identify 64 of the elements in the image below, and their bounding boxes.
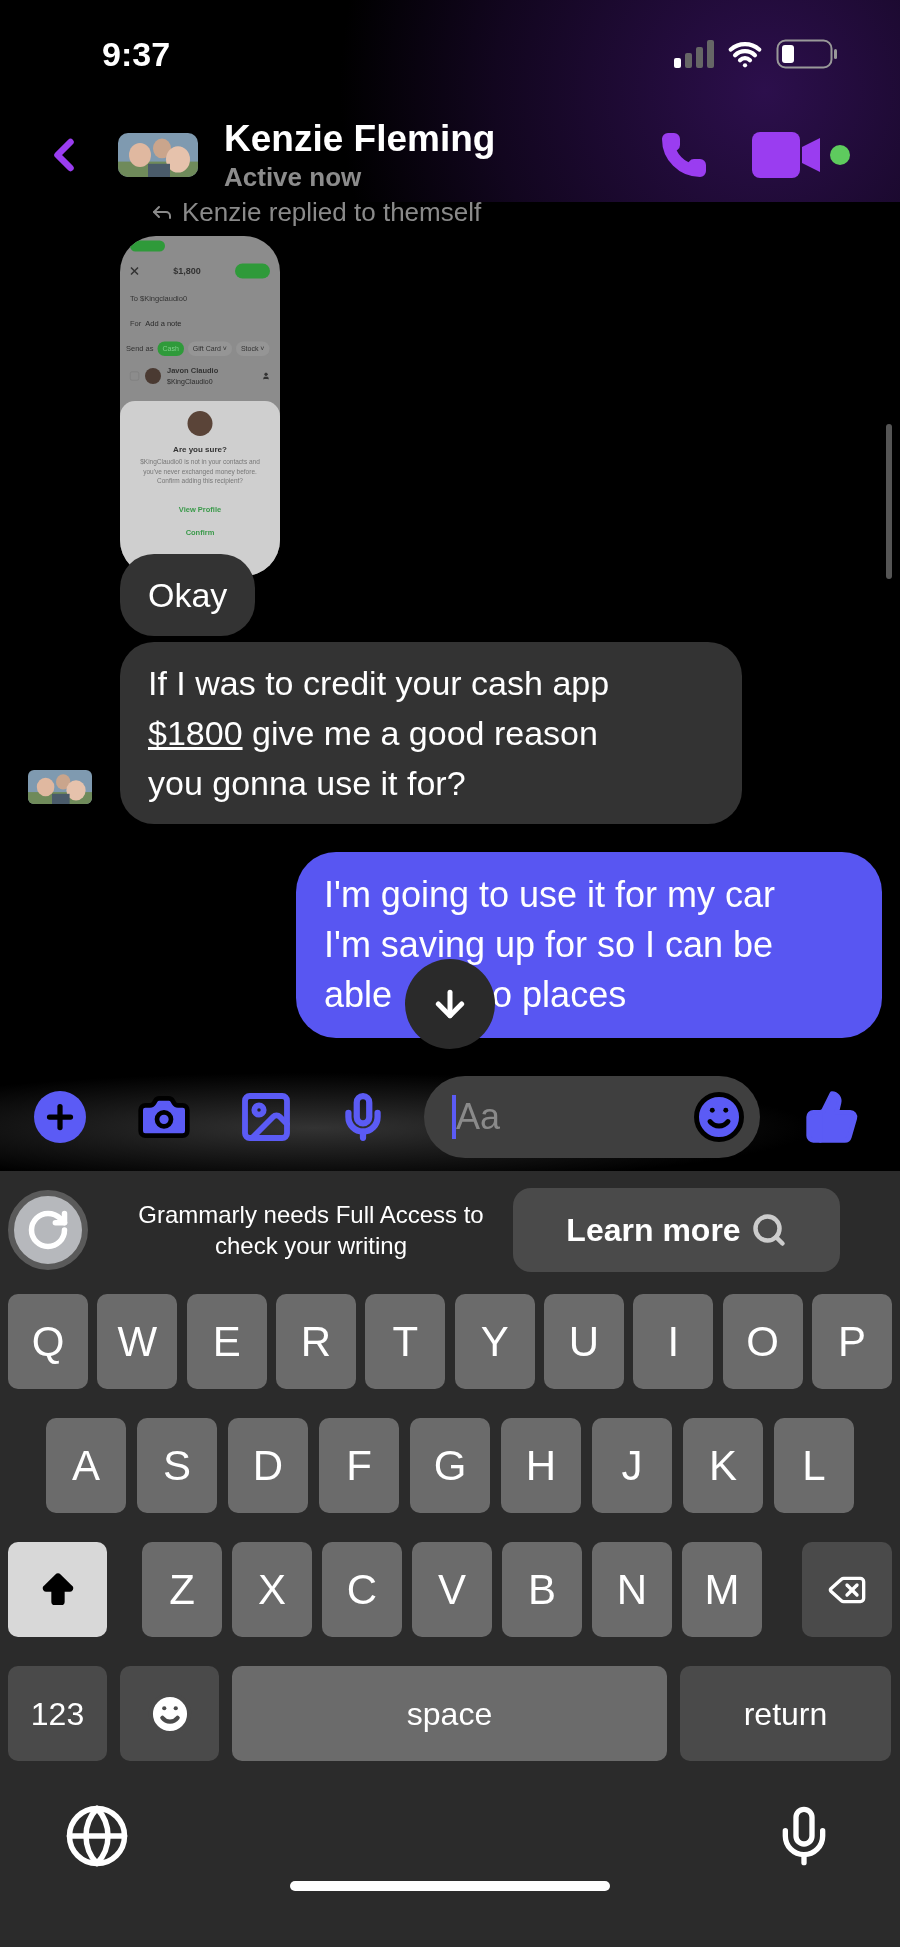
- key[interactable]: W: [97, 1294, 178, 1389]
- battery-icon: [776, 39, 838, 69]
- add-icon[interactable]: [34, 1091, 86, 1143]
- key[interactable]: G: [410, 1418, 490, 1513]
- message-placeholder: Aa: [456, 1095, 502, 1139]
- key[interactable]: J: [592, 1418, 672, 1513]
- key[interactable]: H: [501, 1418, 581, 1513]
- key[interactable]: T: [365, 1294, 446, 1389]
- thumbs-up-icon[interactable]: [804, 1089, 860, 1145]
- signal-icon: [674, 40, 714, 68]
- key[interactable]: L: [774, 1418, 854, 1513]
- return-key[interactable]: return: [680, 1666, 891, 1761]
- status-pill: [130, 240, 165, 252]
- key[interactable]: M: [682, 1542, 762, 1637]
- key[interactable]: Y: [454, 1294, 535, 1389]
- globe-icon[interactable]: [64, 1803, 130, 1869]
- message-text: o places: [492, 973, 627, 1017]
- key[interactable]: X: [232, 1542, 312, 1637]
- message-text: I'm going to use it for my car: [324, 873, 776, 917]
- message-bubble: Okay: [120, 554, 256, 636]
- shared-screenshot[interactable]: [120, 236, 280, 576]
- key[interactable]: N: [592, 1542, 672, 1637]
- message-field[interactable]: Aa: [424, 1076, 760, 1158]
- video-call-icon[interactable]: [752, 132, 822, 178]
- active-status: Active now: [224, 161, 363, 193]
- amount-link[interactable]: $1800: [148, 714, 243, 752]
- numbers-key[interactable]: 123: [8, 1666, 107, 1761]
- person-icon: [262, 372, 270, 380]
- key[interactable]: Q: [8, 1294, 88, 1389]
- message-bubble: If I was to credit your cash app $1800 give me a good reason you gonna use it for?: [120, 642, 742, 824]
- contact-avatar: [145, 368, 161, 384]
- dialog-title: Are you sure?: [173, 443, 227, 455]
- search-icon: [750, 1212, 787, 1248]
- message-text: able: [324, 973, 393, 1017]
- key[interactable]: R: [276, 1294, 356, 1389]
- key[interactable]: E: [186, 1294, 267, 1389]
- message-text: I'm saving up for so I can be: [324, 923, 774, 967]
- space-key[interactable]: space: [232, 1666, 667, 1761]
- key[interactable]: U: [543, 1294, 624, 1389]
- key[interactable]: S: [137, 1418, 217, 1513]
- clock: 9:37: [101, 33, 171, 75]
- amount: $1,800: [173, 264, 201, 278]
- backspace-key[interactable]: [802, 1542, 892, 1637]
- key[interactable]: F: [319, 1418, 399, 1513]
- learn-more-button[interactable]: Learn more: [513, 1188, 840, 1272]
- phone-icon[interactable]: [660, 131, 708, 179]
- key[interactable]: B: [502, 1542, 582, 1637]
- reply-note: Kenzie replied to themself: [182, 198, 482, 226]
- shift-key[interactable]: [8, 1542, 107, 1637]
- key[interactable]: K: [683, 1418, 763, 1513]
- key[interactable]: P: [811, 1294, 892, 1389]
- key[interactable]: C: [322, 1542, 402, 1637]
- key[interactable]: D: [228, 1418, 308, 1513]
- key[interactable]: I: [633, 1294, 714, 1389]
- key[interactable]: Z: [142, 1542, 222, 1637]
- grammarly-message: Grammarly needs Full Access to check your writing: [137, 1200, 485, 1261]
- close-icon[interactable]: [130, 266, 139, 276]
- emoji-key[interactable]: [120, 1666, 219, 1761]
- key[interactable]: O: [722, 1294, 803, 1389]
- emoji-icon[interactable]: [692, 1090, 746, 1144]
- recipient-avatar: [187, 411, 213, 436]
- key[interactable]: V: [412, 1542, 492, 1637]
- contact-name[interactable]: Kenzie Fleming: [224, 117, 660, 161]
- key[interactable]: A: [46, 1418, 126, 1513]
